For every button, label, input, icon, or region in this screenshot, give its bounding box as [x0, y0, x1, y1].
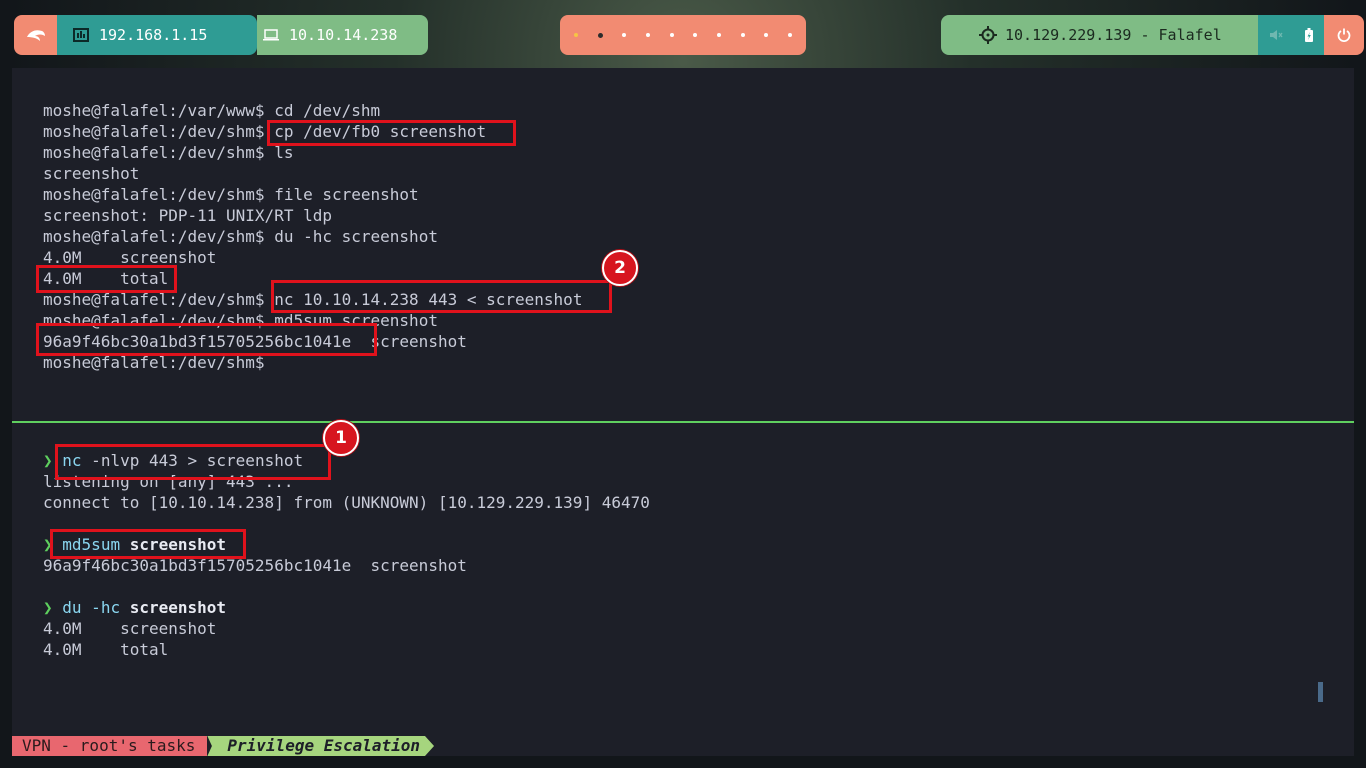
- prompt-arrow-icon: ❯: [43, 598, 53, 617]
- battery-indicator[interactable]: [1294, 15, 1324, 55]
- vpn-ip-indicator: 10.10.14.238: [257, 15, 428, 55]
- terminal-line: screenshot: PDP-11 UNIX/RT ldp: [43, 205, 332, 226]
- terminal-pane-remote[interactable]: moshe@falafel:/var/www$ cd /dev/shm mosh…: [12, 68, 1354, 421]
- tmux-window-name[interactable]: Privilege Escalation: [207, 736, 435, 756]
- volume-button[interactable]: [1258, 15, 1294, 55]
- power-button[interactable]: [1324, 15, 1364, 55]
- workspace-2[interactable]: [597, 32, 603, 38]
- command-args: screenshot: [120, 598, 227, 617]
- target-indicator: 10.129.229.139 - Falafel: [941, 15, 1258, 55]
- workspace-7[interactable]: [716, 33, 721, 37]
- local-ip-text: 192.168.1.15: [99, 26, 208, 44]
- workspace-4[interactable]: [645, 33, 650, 37]
- terminal-cursor: [1318, 682, 1323, 702]
- network-icon: [73, 28, 89, 42]
- shell-prompt: moshe@falafel:/dev/shm$: [43, 185, 265, 204]
- workspace-8[interactable]: [740, 33, 745, 37]
- workspace-5[interactable]: [669, 33, 674, 37]
- command-text: file screenshot: [264, 185, 419, 204]
- workspace-switcher[interactable]: [560, 15, 806, 55]
- annotation-box-cp-command: [267, 120, 516, 146]
- terminal-window[interactable]: moshe@falafel:/var/www$ cd /dev/shm mosh…: [12, 68, 1354, 756]
- output-text: connect to [10.10.14.238] from (UNKNOWN)…: [43, 493, 650, 512]
- prompt-arrow-icon: ❯: [43, 451, 53, 470]
- power-icon: [1337, 28, 1351, 42]
- annotation-box-total-size: [36, 265, 177, 293]
- speaker-muted-icon: [1270, 30, 1283, 40]
- terminal-line: moshe@falafel:/var/www$ cd /dev/shm: [43, 100, 380, 121]
- command-text: cd /dev/shm: [264, 101, 381, 120]
- output-text: screenshot: [43, 164, 140, 183]
- shell-prompt: moshe@falafel:/dev/shm$: [43, 122, 265, 141]
- terminal-line: 4.0M total: [43, 639, 168, 660]
- annotation-box-md5-remote: [36, 323, 377, 356]
- terminal-line: moshe@falafel:/dev/shm$ file screenshot: [43, 184, 419, 205]
- annotation-badge-2: 2: [602, 250, 638, 286]
- terminal-line: screenshot: [43, 163, 139, 184]
- top-bar: 192.168.1.15 10.10.14.238 10.129.229.139…: [0, 0, 1366, 68]
- app-launcher-button[interactable]: [14, 15, 57, 55]
- command-flag: -hc: [81, 598, 121, 617]
- shell-prompt: moshe@falafel:/dev/shm$: [43, 143, 265, 162]
- annotation-badge-1: 1: [323, 420, 359, 456]
- command-text: du -hc screenshot: [264, 227, 438, 246]
- shell-prompt: moshe@falafel:/dev/shm$: [43, 227, 265, 246]
- terminal-line: connect to [10.10.14.238] from (UNKNOWN)…: [43, 492, 650, 513]
- output-text: 4.0M total: [43, 640, 169, 659]
- terminal-line: moshe@falafel:/dev/shm$ du -hc screensho…: [43, 226, 438, 247]
- workspace-9[interactable]: [764, 33, 769, 37]
- tmux-status-bar: VPN - root's tasks Privilege Escalation: [12, 736, 435, 756]
- annotation-box-nc-send: [271, 280, 612, 313]
- terminal-line: 4.0M screenshot: [43, 618, 216, 639]
- annotation-box-md5-local: [50, 529, 246, 559]
- local-ip-indicator: 192.168.1.15: [57, 15, 257, 55]
- terminal-line: ❯ du -hc screenshot: [43, 597, 226, 618]
- annotation-box-nc-listen: [55, 444, 331, 480]
- workspace-1[interactable]: [574, 33, 578, 37]
- output-text: 4.0M screenshot: [43, 619, 217, 638]
- shell-prompt: moshe@falafel:/var/www$: [43, 101, 265, 120]
- workspace-10[interactable]: [787, 33, 792, 37]
- target-text: 10.129.229.139 - Falafel: [1005, 26, 1222, 44]
- vpn-ip-text: 10.10.14.238: [289, 26, 398, 44]
- battery-charging-icon: [1305, 28, 1313, 42]
- laptop-icon: [263, 29, 279, 41]
- terminal-line: moshe@falafel:/dev/shm$ ls: [43, 142, 293, 163]
- tmux-session-name[interactable]: VPN - root's tasks: [12, 736, 208, 756]
- crosshair-icon: [979, 26, 997, 44]
- kali-dragon-icon: [26, 30, 45, 41]
- command-name: du: [62, 598, 82, 617]
- output-text: screenshot: PDP-11 UNIX/RT ldp: [43, 206, 332, 225]
- workspace-6[interactable]: [693, 33, 698, 37]
- workspace-3[interactable]: [622, 33, 627, 37]
